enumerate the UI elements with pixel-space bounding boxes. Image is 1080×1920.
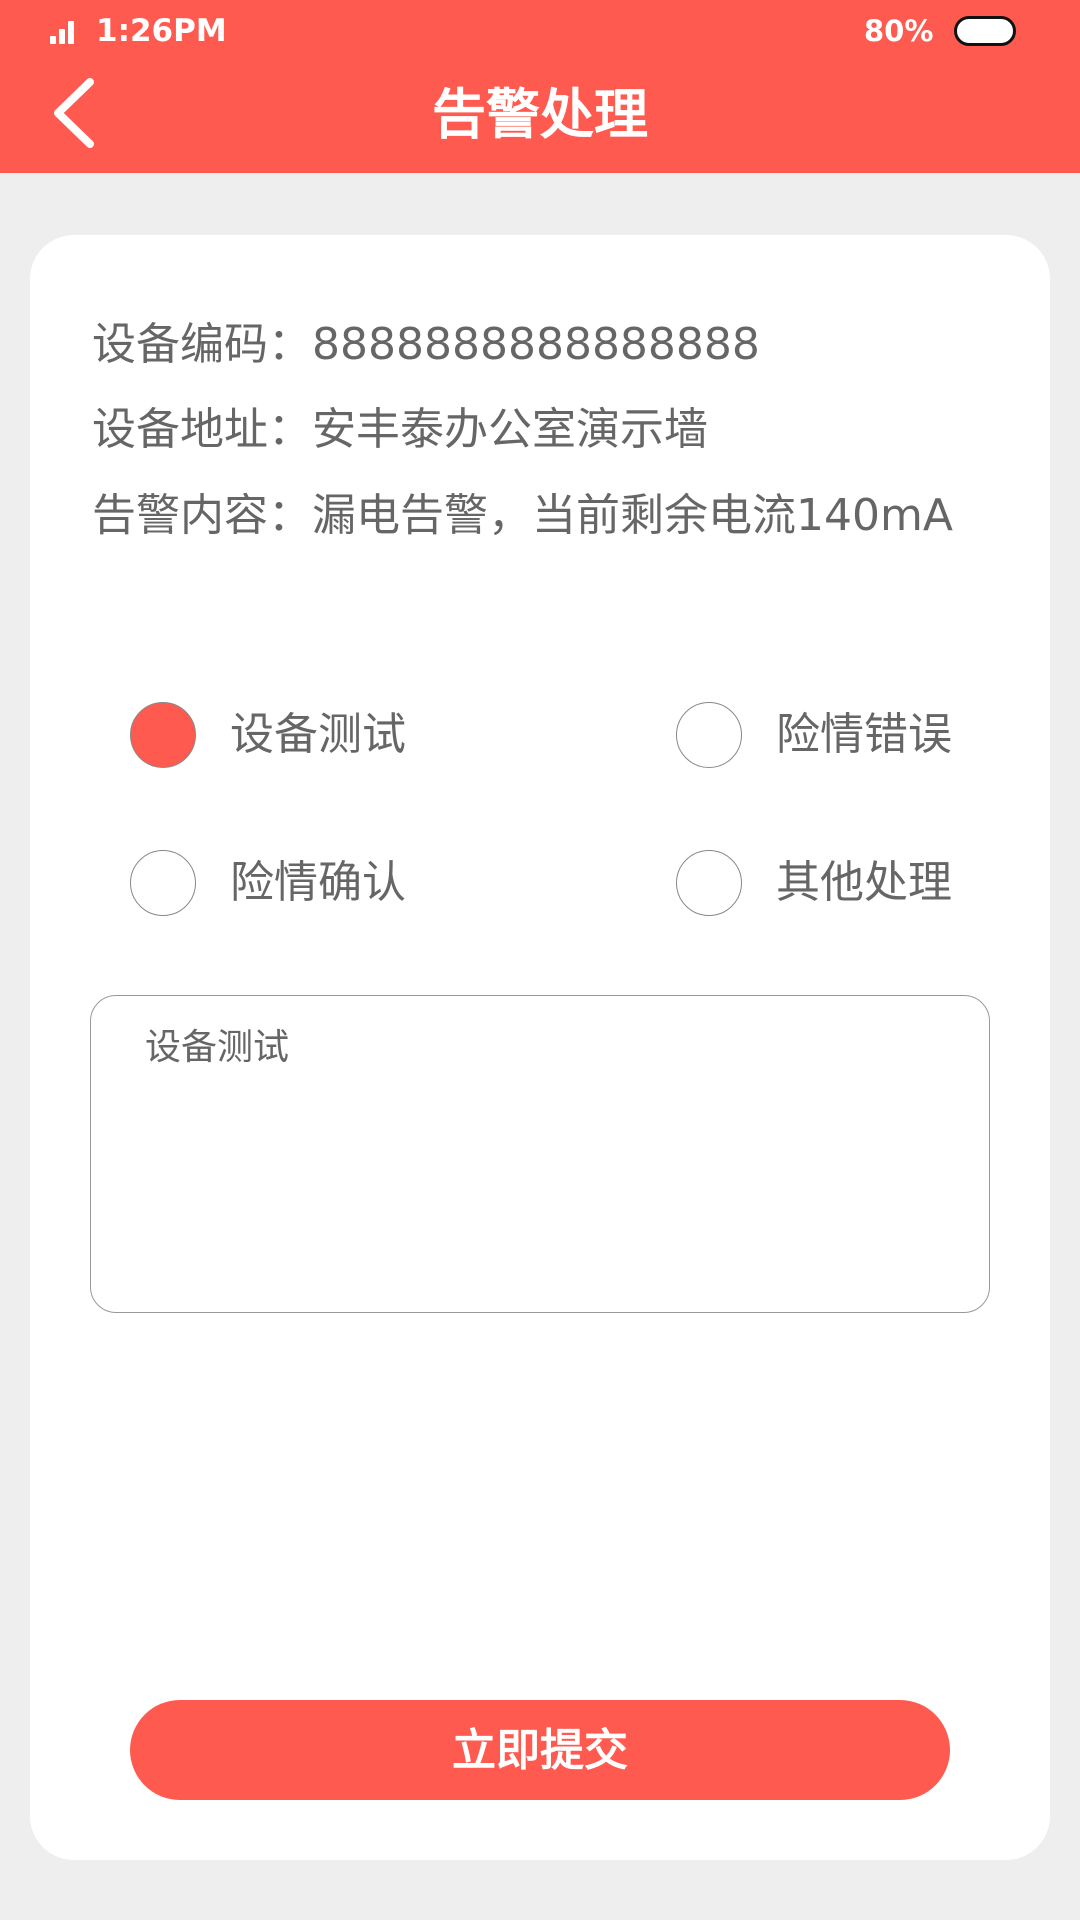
battery-percent: 80% <box>864 14 934 48</box>
option-label: 其他处理 <box>776 857 952 908</box>
option-danger-error[interactable]: 险情错误 <box>676 702 976 770</box>
remark-input[interactable]: 设备测试 <box>90 995 990 1313</box>
device-code-row: 设备编码：8888888888888888 <box>92 317 760 373</box>
radio-unchecked-icon[interactable] <box>676 702 742 768</box>
device-address-row: 设备地址：安丰泰办公室演示墙 <box>92 402 708 458</box>
page-title: 告警处理 <box>432 83 648 146</box>
device-code-label: 设备编码： <box>92 319 312 370</box>
device-code-value: 8888888888888888 <box>312 319 760 370</box>
radio-unchecked-icon[interactable] <box>676 850 742 916</box>
signal-icon <box>50 20 76 44</box>
header-bar: 1:26PM 80% 告警处理 <box>0 0 1080 173</box>
device-address-label: 设备地址： <box>92 404 312 455</box>
alarm-content-value: 漏电告警，当前剩余电流140mA <box>312 490 953 541</box>
option-label: 设备测试 <box>230 709 406 760</box>
option-other-handling[interactable]: 其他处理 <box>676 850 976 918</box>
status-bar: 1:26PM 80% <box>0 0 1080 60</box>
option-label: 险情确认 <box>230 857 406 908</box>
option-label: 险情错误 <box>776 709 952 760</box>
alarm-content-label: 告警内容： <box>92 490 312 541</box>
submit-button[interactable]: 立即提交 <box>130 1700 950 1800</box>
device-address-value: 安丰泰办公室演示墙 <box>312 404 708 455</box>
radio-unchecked-icon[interactable] <box>130 850 196 916</box>
option-device-test[interactable]: 设备测试 <box>130 702 430 770</box>
status-time: 1:26PM <box>96 13 227 49</box>
alarm-content-row: 告警内容：漏电告警，当前剩余电流140mA <box>92 488 953 544</box>
alarm-card: 设备编码：8888888888888888 设备地址：安丰泰办公室演示墙 告警内… <box>30 235 1050 1860</box>
option-danger-confirm[interactable]: 险情确认 <box>130 850 430 918</box>
battery-icon <box>954 16 1016 46</box>
radio-checked-icon[interactable] <box>130 702 196 768</box>
